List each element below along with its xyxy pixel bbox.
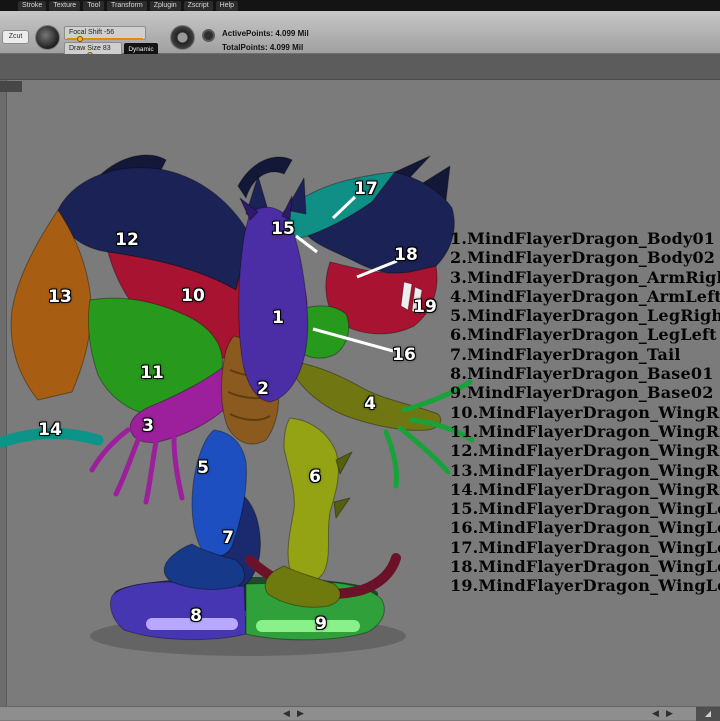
- menu-bar: Stroke Texture Tool Transform Zplugin Zscript…: [0, 0, 720, 11]
- menu-item-zplugin[interactable]: Zplugin: [149, 0, 181, 11]
- bottom-scrollbar[interactable]: ◀ ▶ ◀ ▶ ◢: [0, 706, 720, 721]
- stroke-preview-icon[interactable]: [170, 25, 195, 50]
- menu-bar-items: Stroke Texture Tool Transform Zplugin Zscript…: [18, 0, 239, 11]
- top-shelf: Zcut Focal Shift -56 Draw Size 83 Dynami…: [0, 11, 720, 58]
- left-scrollbar[interactable]: [0, 80, 7, 706]
- menu-item-transform[interactable]: Transform: [107, 0, 147, 11]
- part-list-item: 17.MindFlayerDragon_WingLeft: [450, 537, 720, 557]
- part-list-item: 1.MindFlayerDragon_Body01: [450, 229, 716, 248]
- active-points-readout: ActivePoints: 4.099 Mil: [222, 29, 309, 38]
- focal-shift-label: Focal Shift -56: [69, 29, 115, 36]
- points-counter-icon: [202, 29, 215, 42]
- part-list-item: 19.MindFlayerDragon_WingLeft: [450, 576, 720, 596]
- part-list-item: 2.MindFlayerDragon_Body02: [450, 248, 716, 268]
- part-list-item: 14.MindFlayerDragon_WingRight: [450, 479, 720, 499]
- part-list-item: 4.MindFlayerDragon_ArmLeft: [450, 286, 720, 306]
- part-list-item: 12.MindFlayerDragon_WingRight: [450, 441, 720, 461]
- resize-corner-icon[interactable]: ◢: [696, 707, 720, 721]
- total-points-readout: TotalPoints: 4.099 Mil: [222, 43, 304, 52]
- page: { "menu_bar": { "items": ["Stroke", "Tex…: [0, 0, 720, 721]
- scroll-right-2-icon[interactable]: ▶: [666, 708, 673, 720]
- part-list-item: 9.MindFlayerDragon_Base02: [450, 383, 714, 403]
- parts-list: 1.MindFlayerDragon_Body01 2.MindFlayerDra…: [450, 229, 720, 596]
- part-list-item: 18.MindFlayerDragon_WingLeft: [450, 557, 720, 577]
- part-list-item: 3.MindFlayerDragon_ArmRight: [450, 267, 720, 287]
- part-list-item: 6.MindFlayerDragon_LegLeft: [450, 325, 717, 345]
- menu-item-texture[interactable]: Texture: [49, 0, 81, 11]
- menu-item-stroke[interactable]: Stroke: [18, 0, 47, 11]
- scroll-right-icon[interactable]: ▶: [297, 708, 304, 720]
- part-list-item: 10.MindFlayerDragon_WingRight: [450, 402, 720, 422]
- part-list-item: 7.MindFlayerDragon_Tail: [450, 344, 681, 364]
- part-list-item: 11.MindFlayerDragon_WingRight: [450, 421, 720, 441]
- part-list-item: 13.MindFlayerDragon_WingRight: [450, 460, 720, 480]
- part-list-item: 15.MindFlayerDragon_WingLeft: [450, 499, 720, 519]
- zcut-button[interactable]: Zcut: [2, 30, 29, 44]
- part-list-item: 8.MindFlayerDragon_Base01: [450, 364, 714, 384]
- brush-preview-icon[interactable]: [35, 25, 60, 50]
- menu-item-help[interactable]: Help: [215, 0, 239, 11]
- menu-item-zscript[interactable]: Zscript: [183, 0, 213, 11]
- scroll-left-icon[interactable]: ◀: [283, 708, 290, 720]
- shelf-lower-band: [0, 54, 720, 80]
- menu-item-tool[interactable]: Tool: [83, 0, 105, 11]
- canvas-corner-tab: [0, 81, 22, 92]
- scroll-left-2-icon[interactable]: ◀: [652, 708, 659, 720]
- draw-size-label: Draw Size 83: [69, 45, 111, 52]
- focal-shift-slider[interactable]: Focal Shift -56: [64, 26, 146, 42]
- part-list-item: 16.MindFlayerDragon_WingLeft: [450, 518, 720, 538]
- part-list-item: 5.MindFlayerDragon_LegRight: [450, 306, 720, 326]
